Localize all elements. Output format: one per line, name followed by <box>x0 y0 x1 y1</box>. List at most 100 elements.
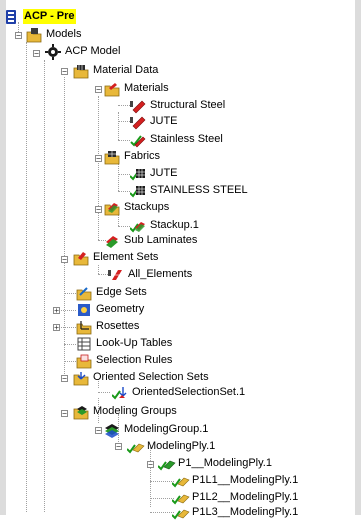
collapse-toggle[interactable]: − <box>147 461 154 469</box>
tree-line <box>118 121 130 122</box>
table-icon <box>76 336 92 352</box>
tree-item-label: P1__ModelingPly.1 <box>178 457 272 469</box>
analysis-ply-icon <box>172 473 190 489</box>
oriented-selection-set-icon <box>112 385 128 401</box>
tree-item-label: P1L2__ModelingPly.1 <box>192 491 299 503</box>
analysis-ply-icon <box>172 505 190 521</box>
tree-item-modeling-group-1[interactable]: ModelingGroup.1 <box>104 421 209 438</box>
tree-item-label: JUTE <box>150 167 178 179</box>
tree-item-label: Sub Laminates <box>124 234 198 246</box>
collapse-toggle[interactable]: − <box>95 206 102 214</box>
tree-item-sub-laminates[interactable]: Sub Laminates <box>104 232 198 249</box>
expand-toggle[interactable]: + <box>53 307 60 315</box>
tree-line <box>118 112 119 140</box>
tree-item-label: Rosettes <box>96 320 140 332</box>
tree-item-geometry[interactable]: Geometry <box>76 301 145 318</box>
tree-line <box>64 361 76 362</box>
tree-item-label: Structural Steel <box>150 99 226 111</box>
folder-selection-rules-icon <box>76 353 92 369</box>
tree-line <box>150 512 174 513</box>
collapse-toggle[interactable]: − <box>15 32 22 40</box>
tree-item-label: Modeling Groups <box>93 405 177 417</box>
tree-line <box>61 327 76 328</box>
tree-item-label: ACP - Pre <box>23 9 76 24</box>
collapse-toggle[interactable]: − <box>95 155 102 163</box>
tree-line <box>64 344 76 345</box>
project-tree: ACP - Pre − Models − ACP Model − Materia… <box>0 0 361 520</box>
fabric-icon <box>130 166 146 182</box>
tree-item-lookup-tables[interactable]: Look-Up Tables <box>76 335 173 352</box>
folder-edge-sets-icon <box>76 285 92 301</box>
tree-item-label: Fabrics <box>124 150 161 162</box>
modeling-ply-icon <box>127 439 145 455</box>
tree-item-selection-rules[interactable]: Selection Rules <box>76 352 173 369</box>
tree-item-p1l1-modeling-ply-1[interactable]: P1L1__ModelingPly.1 <box>172 472 299 489</box>
tree-line <box>118 191 130 192</box>
tree-item-fabrics[interactable]: Fabrics <box>104 148 161 165</box>
folder-rosettes-icon <box>76 319 92 335</box>
collapse-toggle[interactable]: − <box>61 256 68 264</box>
folder-materials-icon <box>104 81 120 97</box>
expand-toggle[interactable]: + <box>53 324 60 332</box>
tree-item-material-data[interactable]: Material Data <box>73 62 159 79</box>
tree-item-modeling-groups[interactable]: Modeling Groups <box>73 403 178 420</box>
tree-item-label: Models <box>46 28 82 40</box>
tree-item-modeling-ply-1[interactable]: ModelingPly.1 <box>127 438 216 455</box>
tree-item-label: ModelingGroup.1 <box>124 423 209 435</box>
material-icon <box>130 98 146 114</box>
material-icon <box>130 132 146 148</box>
tree-item-stainless-steel-fabric[interactable]: STAINLESS STEEL <box>130 182 249 199</box>
collapse-toggle[interactable]: − <box>33 50 40 58</box>
tree-line <box>26 42 27 512</box>
tree-item-p1-modeling-ply-1[interactable]: P1__ModelingPly.1 <box>158 455 273 472</box>
tree-item-label: STAINLESS STEEL <box>150 184 248 196</box>
material-icon <box>130 114 146 130</box>
tree-item-models[interactable]: Models <box>26 26 82 43</box>
tree-line <box>61 310 76 311</box>
tree-item-stainless-steel[interactable]: Stainless Steel <box>130 131 224 148</box>
tree-item-jute-fabric[interactable]: JUTE <box>130 165 179 182</box>
tree-line <box>64 293 76 294</box>
tree-line <box>118 174 130 175</box>
collapse-toggle[interactable]: − <box>115 443 122 451</box>
tree-line <box>98 392 110 393</box>
tree-item-acp-pre[interactable]: ACP - Pre <box>4 8 76 25</box>
folder-material-data-icon <box>73 63 89 79</box>
tree-item-label: ModelingPly.1 <box>147 440 216 452</box>
collapse-toggle[interactable]: − <box>95 86 102 94</box>
collapse-toggle[interactable]: − <box>61 68 68 76</box>
folder-stackups-icon <box>104 200 120 216</box>
tree-item-label: Look-Up Tables <box>96 337 173 349</box>
tree-item-label: Oriented Selection Sets <box>93 371 209 383</box>
tree-item-structural-steel[interactable]: Structural Steel <box>130 97 226 114</box>
tree-item-materials[interactable]: Materials <box>104 80 170 97</box>
tree-item-label: Stackups <box>124 201 170 213</box>
collapse-toggle[interactable]: − <box>61 410 68 418</box>
tree-line <box>118 105 130 106</box>
folder-fabrics-icon <box>104 149 120 165</box>
tree-item-label: P1L1__ModelingPly.1 <box>192 474 299 486</box>
tree-item-acp-model[interactable]: ACP Model <box>45 43 121 60</box>
tree-line <box>44 60 45 512</box>
tree-line <box>118 226 130 227</box>
modeling-group-icon <box>104 422 120 438</box>
tree-item-label: Materials <box>124 82 169 94</box>
collapse-toggle[interactable]: − <box>61 375 68 383</box>
tree-line <box>150 481 174 482</box>
fabric-icon <box>130 183 146 199</box>
tree-item-element-sets[interactable]: Element Sets <box>73 249 159 266</box>
sub-laminates-icon <box>104 233 120 249</box>
tree-item-stackups[interactable]: Stackups <box>104 199 170 216</box>
tree-item-rosettes[interactable]: Rosettes <box>76 318 140 335</box>
tree-item-label: Stainless Steel <box>150 133 223 145</box>
tree-item-p1l3-modeling-ply-1[interactable]: P1L3__ModelingPly.1 <box>172 504 299 521</box>
tree-item-edge-sets[interactable]: Edge Sets <box>76 284 148 301</box>
tree-item-label: Edge Sets <box>96 286 147 298</box>
tree-line <box>98 96 99 240</box>
tree-item-oriented-selection-set-1[interactable]: OrientedSelectionSet.1 <box>112 384 246 401</box>
tree-item-jute-material[interactable]: JUTE <box>130 113 179 130</box>
tree-item-label: ACP Model <box>65 45 121 57</box>
tree-item-all-elements[interactable]: All_Elements <box>108 266 193 283</box>
collapse-toggle[interactable]: − <box>95 427 102 435</box>
folder-modeling-groups-icon <box>73 404 89 420</box>
